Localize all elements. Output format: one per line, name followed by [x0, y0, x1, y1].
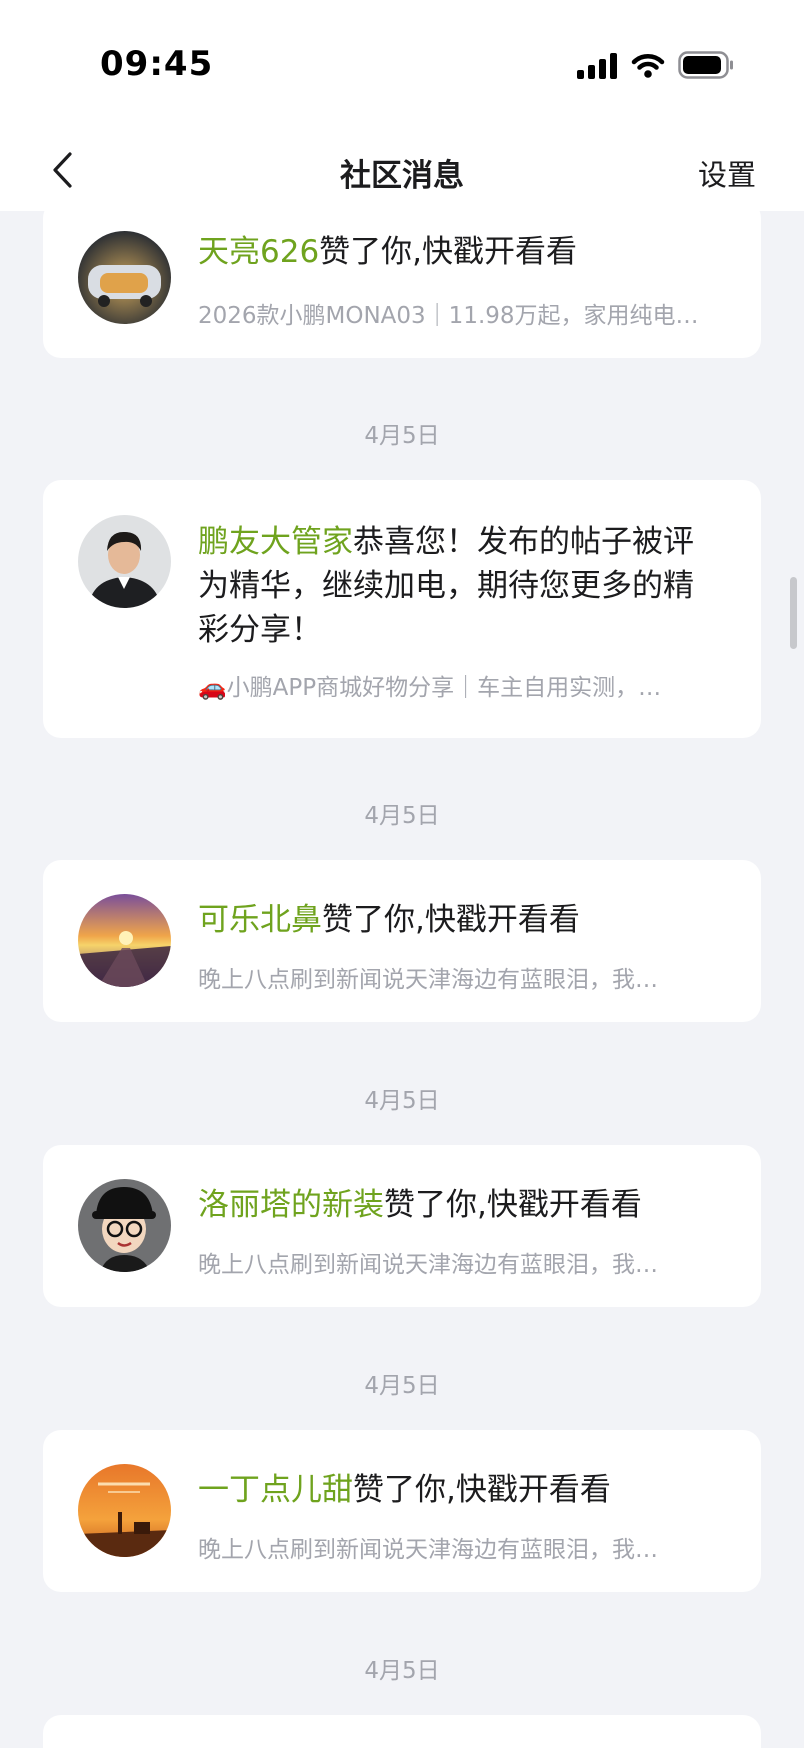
settings-button[interactable]: 设置 — [698, 152, 756, 194]
date-label: 4月5日 — [364, 1088, 440, 1114]
action-text: 赞了你,快戳开看看 — [384, 1187, 642, 1223]
date-label: 4月5日 — [364, 423, 440, 449]
cellular-signal-icon — [577, 53, 617, 79]
action-text: 赞了你,快戳开看看 — [353, 1472, 611, 1508]
avatar[interactable] — [78, 894, 171, 987]
avatar[interactable] — [78, 1179, 171, 1272]
message-card[interactable]: 洛丽塔的新装赞了你,快戳开看看 晚上八点刷到新闻说天津海边有蓝眼泪，我… — [43, 1145, 761, 1307]
message-card[interactable]: 可乐北鼻赞了你,快戳开看看 晚上八点刷到新闻说天津海边有蓝眼泪，我… — [43, 860, 761, 1022]
message-card[interactable]: 天亮626赞了你,快戳开看看 2026款小鹏MONA03｜11.98万起，家用纯… — [43, 211, 761, 358]
action-text: 赞了你,快戳开看看 — [322, 902, 580, 938]
username-link[interactable]: 洛丽塔的新装 — [198, 1187, 384, 1223]
post-preview: 2026款小鹏MONA03｜11.98万起，家用纯电… — [198, 303, 699, 329]
post-preview: 晚上八点刷到新闻说天津海边有蓝眼泪，我… — [198, 1537, 658, 1563]
post-preview: 🚗小鹏APP商城好物分享｜车主自用实测，… — [198, 675, 662, 701]
message-text: 可乐北鼻赞了你,快戳开看看 — [198, 898, 721, 942]
username-link[interactable]: 鹏友大管家 — [198, 524, 353, 560]
message-card[interactable] — [43, 1715, 761, 1748]
message-card[interactable]: 鹏友大管家恭喜您！发布的帖子被评为精华，继续加电，期待您更多的精彩分享！ 🚗小鹏… — [43, 480, 761, 738]
post-preview: 晚上八点刷到新闻说天津海边有蓝眼泪，我… — [198, 1252, 658, 1278]
date-label: 4月5日 — [364, 803, 440, 829]
top-header: 09:45 社区消息 设置 — [0, 0, 804, 211]
back-arrow-icon — [53, 152, 72, 188]
message-card[interactable]: 一丁点儿甜赞了你,快戳开看看 晚上八点刷到新闻说天津海边有蓝眼泪，我… — [43, 1430, 761, 1592]
message-text: 天亮626赞了你,快戳开看看 — [198, 230, 721, 274]
status-bar: 09:45 — [0, 0, 804, 130]
username-link[interactable]: 可乐北鼻 — [198, 902, 322, 938]
username-link[interactable]: 一丁点儿甜 — [198, 1472, 353, 1508]
date-label: 4月5日 — [364, 1373, 440, 1399]
post-preview: 晚上八点刷到新闻说天津海边有蓝眼泪，我… — [198, 967, 658, 993]
message-text: 洛丽塔的新装赞了你,快戳开看看 — [198, 1183, 721, 1227]
avatar[interactable] — [78, 231, 171, 324]
message-text: 一丁点儿甜赞了你,快戳开看看 — [198, 1468, 721, 1512]
avatar[interactable] — [78, 1464, 171, 1557]
back-button[interactable] — [44, 148, 80, 192]
avatar[interactable] — [78, 515, 171, 608]
message-text: 鹏友大管家恭喜您！发布的帖子被评为精华，继续加电，期待您更多的精彩分享！ — [198, 520, 721, 652]
username-link[interactable]: 天亮626 — [198, 234, 319, 270]
message-list[interactable]: 天亮626赞了你,快戳开看看 2026款小鹏MONA03｜11.98万起，家用纯… — [0, 211, 804, 1748]
scrollbar-thumb[interactable] — [790, 577, 797, 649]
page-title: 社区消息 — [340, 158, 464, 194]
battery-icon — [678, 51, 733, 79]
status-time: 09:45 — [100, 44, 214, 84]
date-label: 4月5日 — [364, 1658, 440, 1684]
wifi-icon — [631, 54, 665, 78]
action-text: 赞了你,快戳开看看 — [319, 234, 578, 270]
navigation-bar: 社区消息 设置 — [0, 130, 804, 211]
